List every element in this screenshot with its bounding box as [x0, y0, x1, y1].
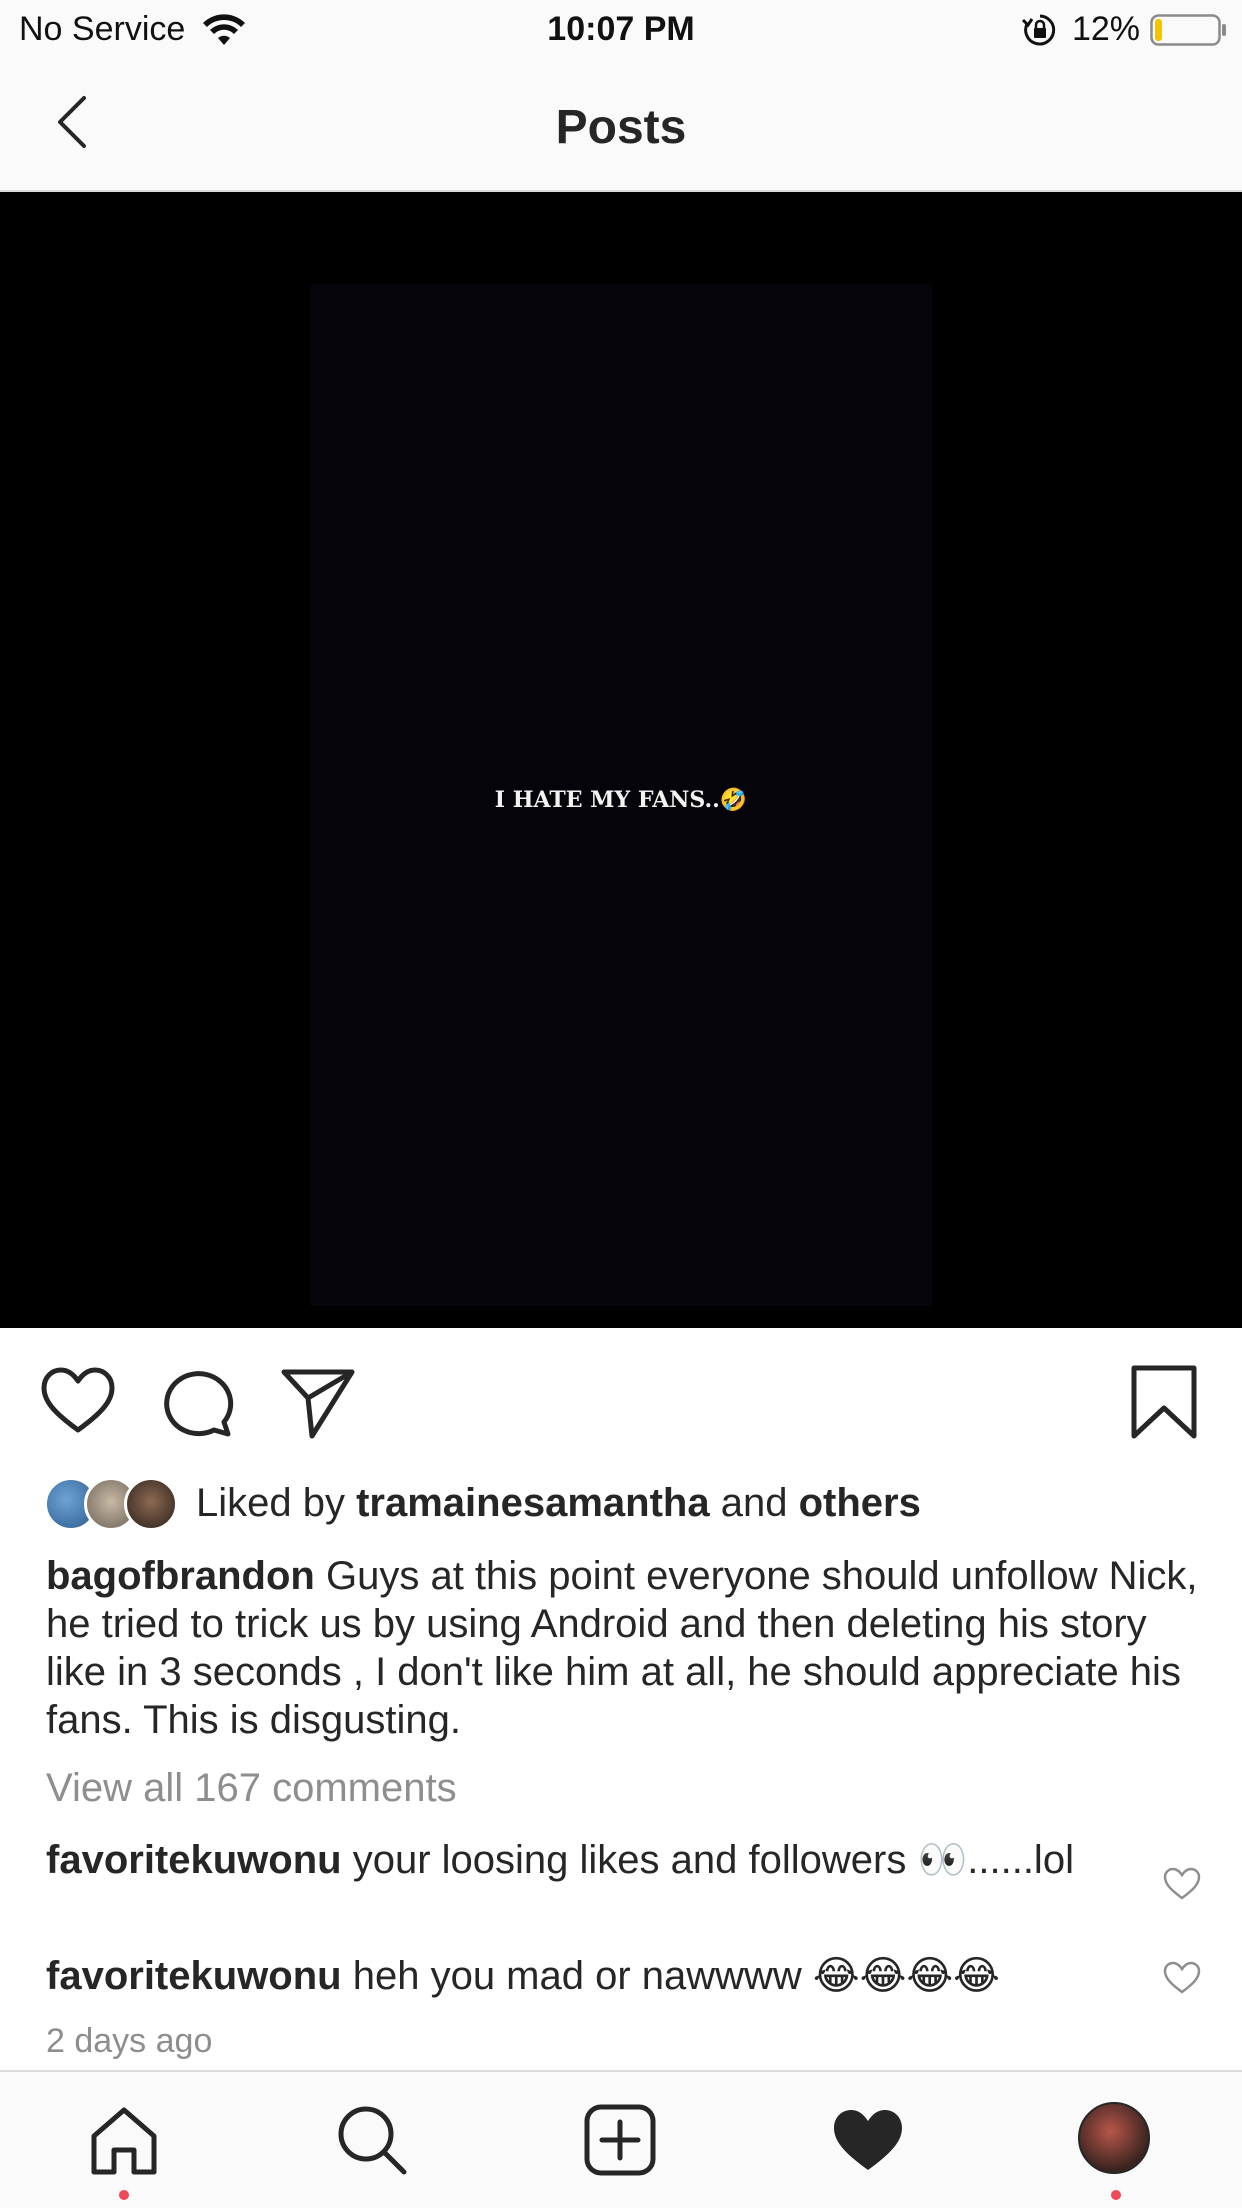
comment-item: favoritekuwonu heh you mad or nawwww 😂😂😂…: [46, 1952, 1126, 2000]
view-all-comments-link[interactable]: View all 167 comments: [46, 1766, 457, 1811]
profile-avatar: [1078, 2102, 1150, 2174]
media-emoji: 🤣: [719, 788, 748, 813]
home-icon: [91, 2107, 157, 2175]
media-text-label: I HATE MY FANS..: [494, 787, 720, 813]
liker-avatars: [44, 1475, 180, 1531]
comment-username-link[interactable]: favoritekuwonu: [46, 1954, 342, 1998]
post-timestamp: 2 days ago: [46, 2022, 213, 2060]
post-caption: bagofbrandon Guys at this point everyone…: [46, 1552, 1206, 1744]
post-actions: [0, 1328, 1242, 1478]
tab-home[interactable]: [86, 2102, 162, 2178]
send-paper-plane-icon: [281, 1369, 355, 1439]
likes-row[interactable]: Liked by tramainesamantha and others: [44, 1474, 921, 1532]
comment-like-heart-icon[interactable]: [1162, 1960, 1202, 1996]
caption-username-link[interactable]: bagofbrandon: [46, 1554, 315, 1598]
search-icon: [338, 2106, 407, 2175]
like-button[interactable]: [38, 1362, 118, 1442]
battery-percent: 12%: [1071, 10, 1140, 48]
comment-text: heh you mad or nawwww 😂😂😂😂: [352, 1954, 1000, 1998]
comment-text: your loosing likes and followers 👀......…: [352, 1838, 1074, 1882]
heart-outline-icon: [41, 1367, 115, 1433]
home-notification-dot: [119, 2190, 129, 2200]
video-frame[interactable]: I HATE MY FANS..🤣: [310, 284, 932, 1306]
profile-notification-dot: [1111, 2190, 1121, 2200]
likes-others-link[interactable]: others: [799, 1481, 921, 1525]
tab-profile[interactable]: [1078, 2102, 1154, 2178]
tab-new-post[interactable]: [582, 2102, 658, 2178]
tab-search[interactable]: [334, 2102, 410, 2178]
tab-bar: [0, 2070, 1242, 2208]
media-overlay-text: I HATE MY FANS..🤣: [310, 787, 932, 813]
comment-username-link[interactable]: favoritekuwonu: [46, 1838, 342, 1882]
battery-icon: [1150, 13, 1226, 46]
tab-activity[interactable]: [830, 2102, 906, 2178]
comment-button[interactable]: [158, 1362, 238, 1442]
likes-prefix: Liked by: [196, 1480, 345, 1525]
avatar: [124, 1477, 178, 1531]
plus-square-icon: [584, 2104, 656, 2176]
likes-summary: Liked by tramainesamantha and others: [196, 1481, 921, 1526]
likes-conjunction: and: [720, 1480, 788, 1525]
status-bar: No Service 10:07 PM 12%: [0, 0, 1242, 62]
post-media[interactable]: I HATE MY FANS..🤣: [0, 192, 1242, 1328]
share-button[interactable]: [278, 1362, 358, 1442]
save-button[interactable]: [1126, 1362, 1202, 1442]
comment-item: favoritekuwonu your loosing likes and fo…: [46, 1836, 1126, 1884]
comment-bubble-icon: [164, 1371, 234, 1437]
status-right: 12%: [1021, 10, 1228, 49]
orientation-lock-icon: [1021, 14, 1056, 45]
bookmark-icon: [1131, 1365, 1197, 1439]
comment-like-heart-icon[interactable]: [1162, 1866, 1202, 1902]
navigation-bar: Posts: [0, 62, 1242, 192]
page-title: Posts: [555, 101, 687, 154]
liker-username-link[interactable]: tramainesamantha: [356, 1481, 709, 1525]
heart-filled-icon: [834, 2110, 902, 2170]
